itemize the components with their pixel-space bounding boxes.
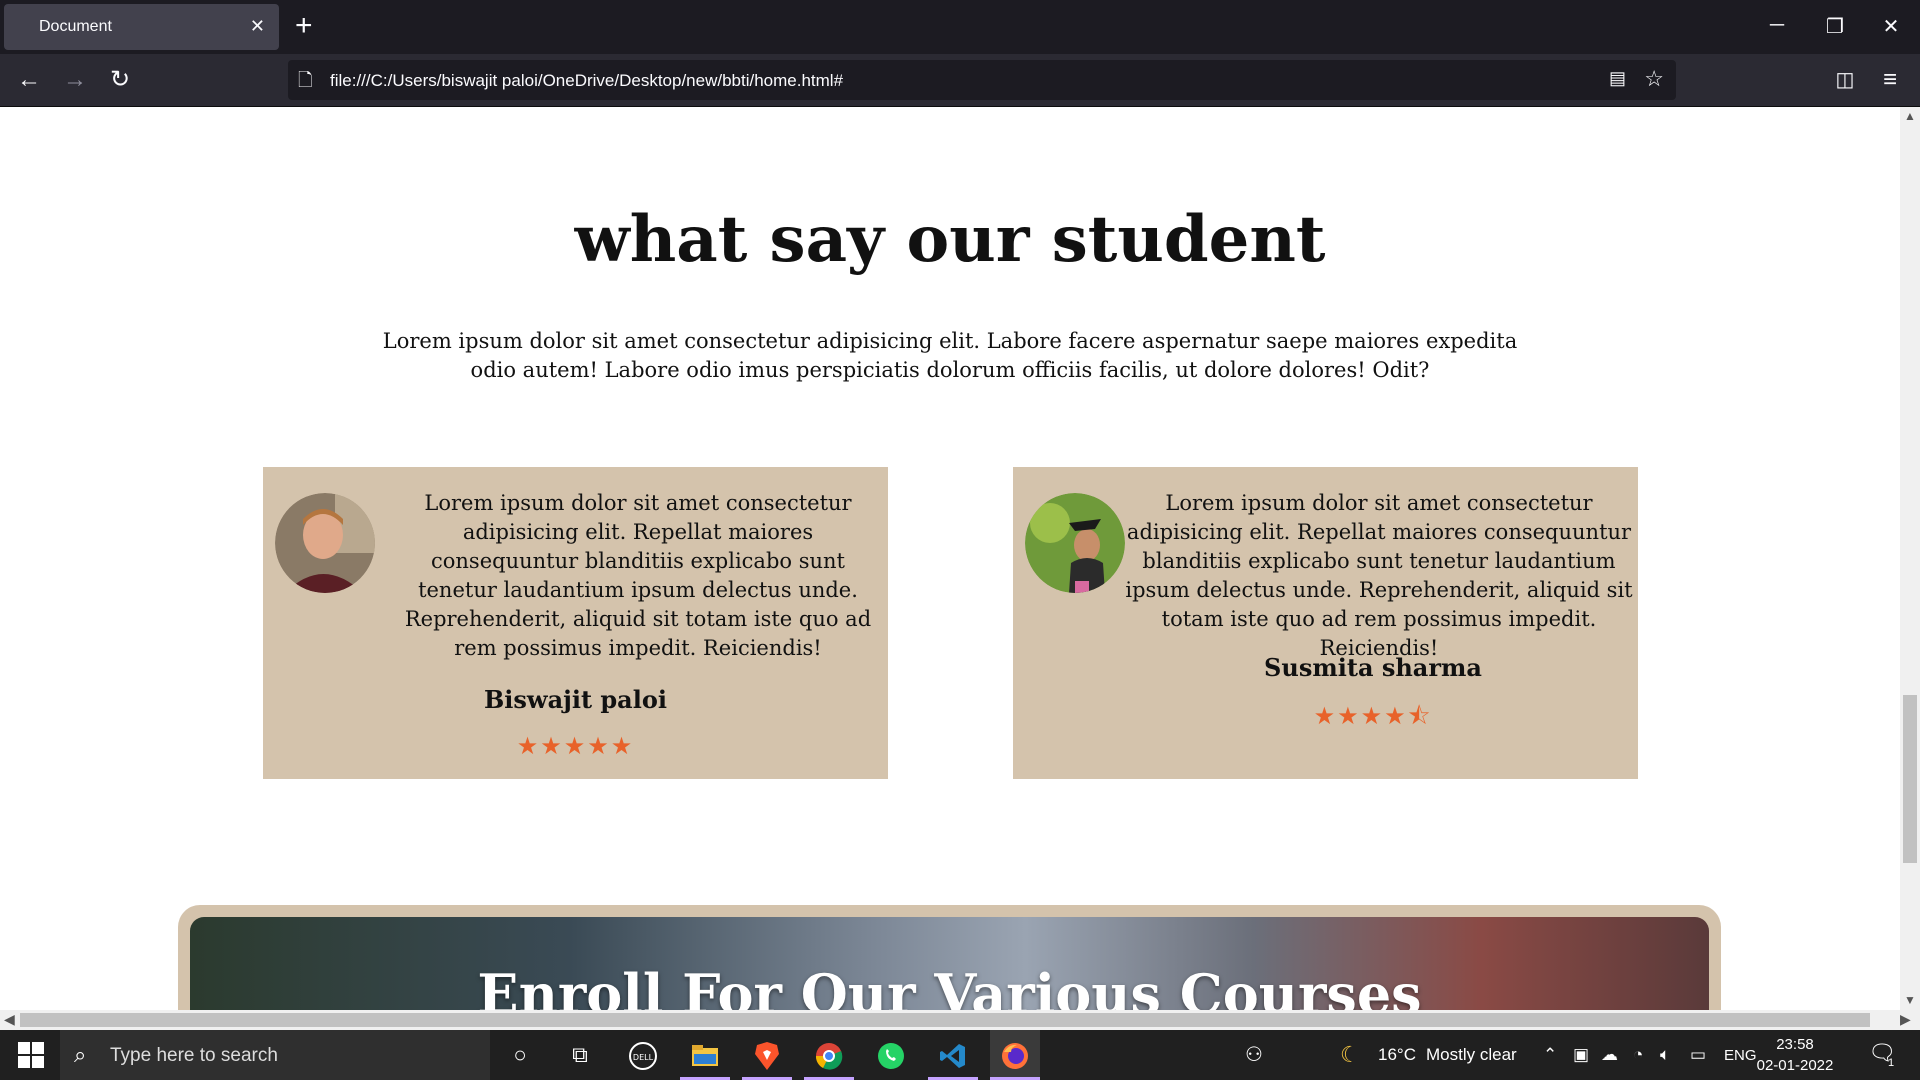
browser-tab[interactable]: Document ✕ (4, 4, 279, 50)
notification-count: 1 (1888, 1057, 1895, 1069)
clock-time: 23:58 (1776, 1036, 1814, 1053)
enroll-title: Enroll For Our Various Courses (477, 962, 1422, 1010)
horizontal-scroll-thumb[interactable] (20, 1013, 1870, 1027)
meet-now-icon[interactable]: ▣ (1573, 1045, 1589, 1065)
language-indicator[interactable]: ENG (1724, 1047, 1757, 1064)
scroll-up-icon[interactable]: ▲ (1900, 109, 1920, 123)
rating-stars: ★★★★⯪ (1313, 702, 1433, 730)
show-hidden-icons-icon[interactable]: ⌃ (1543, 1045, 1557, 1065)
enroll-banner: Enroll For Our Various Courses (190, 917, 1709, 1010)
windows-taskbar: ⌕ Type here to search ○ ⧉ DELL ⚇ ☾ 16°C … (0, 1030, 1920, 1080)
vscode-icon[interactable] (928, 1030, 978, 1080)
forward-button[interactable]: → (60, 66, 90, 94)
testimonial-quote: Lorem ipsum dolor sit amet consectetur a… (1125, 491, 1633, 660)
minimize-window-button[interactable]: ─ (1762, 14, 1792, 37)
volume-icon[interactable]: 🔈︎ (1660, 1045, 1670, 1065)
testimonial-card: Lorem ipsum dolor sit amet consectetur a… (263, 467, 888, 779)
search-icon: ⌕ (74, 1042, 87, 1067)
url-bar[interactable]: 🗋 file:///C:/Users/biswajit paloi/OneDri… (288, 60, 1676, 100)
bookmark-star-icon[interactable]: ☆ (1644, 66, 1664, 92)
section-title: what say our student (574, 202, 1326, 277)
student-name: Susmita sharma (1264, 653, 1482, 682)
scroll-left-icon[interactable]: ◀ (4, 1011, 15, 1028)
url-text[interactable]: file:///C:/Users/biswajit paloi/OneDrive… (330, 71, 843, 91)
back-button[interactable]: ← (14, 66, 44, 94)
scroll-right-icon[interactable]: ▶ (1900, 1011, 1911, 1028)
weather-moon-icon[interactable]: ☾ (1340, 1042, 1360, 1068)
dell-icon[interactable]: DELL (618, 1030, 668, 1080)
browser-tab-bar: Document ✕ + ─ ❐ ✕ (0, 0, 1920, 54)
scroll-down-icon[interactable]: ▼ (1900, 993, 1920, 1007)
whatsapp-icon[interactable] (866, 1030, 916, 1080)
temperature-text[interactable]: 16°C (1378, 1045, 1416, 1065)
vertical-scrollbar[interactable]: ▲ ▼ (1900, 107, 1920, 1010)
page-content: what say our student Lorem ipsum dolor s… (0, 107, 1900, 1010)
restore-window-button[interactable]: ❐ (1820, 14, 1850, 39)
rating-stars: ★★★★★ (516, 732, 635, 760)
student-avatar (1025, 493, 1125, 593)
testimonial-quote: Lorem ipsum dolor sit amet consectetur a… (404, 491, 872, 660)
tab-close-icon[interactable]: ✕ (250, 16, 265, 37)
battery-icon[interactable]: ▭ (1690, 1045, 1706, 1065)
page-icon: 🗋 (298, 70, 313, 90)
vertical-scroll-thumb[interactable] (1903, 695, 1917, 863)
section-description: Lorem ipsum dolor sit amet consectetur a… (382, 329, 1518, 382)
people-icon[interactable]: ⚇ (1245, 1042, 1263, 1067)
cortana-icon[interactable]: ○ (495, 1030, 545, 1080)
menu-icon[interactable]: ≡ (1875, 66, 1905, 94)
student-name: Biswajit paloi (484, 685, 667, 714)
brave-icon[interactable] (742, 1030, 792, 1080)
pocket-icon[interactable]: ◫ (1830, 66, 1860, 94)
weather-text[interactable]: Mostly clear (1426, 1045, 1517, 1065)
close-window-button[interactable]: ✕ (1876, 14, 1906, 39)
clock[interactable]: 23:58 02-01-2022 (1755, 1034, 1835, 1076)
taskbar-search[interactable]: ⌕ Type here to search (60, 1030, 490, 1080)
tab-title: Document (39, 18, 112, 35)
clock-date: 02-01-2022 (1756, 1057, 1834, 1074)
new-tab-button[interactable]: + (295, 8, 313, 44)
onedrive-icon[interactable]: ☁ (1601, 1045, 1618, 1065)
task-view-icon[interactable]: ⧉ (555, 1030, 605, 1080)
wifi-icon[interactable]: ◔ (1633, 1045, 1643, 1065)
testimonial-card: Lorem ipsum dolor sit amet consectetur a… (1013, 467, 1638, 779)
file-explorer-icon[interactable] (680, 1030, 730, 1080)
student-avatar (275, 493, 375, 593)
browser-nav-bar: ← → ↻ 🗋 file:///C:/Users/biswajit paloi/… (0, 54, 1920, 107)
search-input[interactable]: Type here to search (110, 1045, 278, 1067)
chrome-icon[interactable] (804, 1030, 854, 1080)
reader-view-icon[interactable]: ▤ (1609, 68, 1626, 89)
horizontal-scrollbar[interactable]: ◀ ▶ (0, 1010, 1920, 1030)
windows-start-icon[interactable] (18, 1042, 44, 1068)
reload-button[interactable]: ↻ (105, 66, 135, 94)
firefox-icon[interactable] (990, 1030, 1040, 1080)
svg-text:DELL: DELL (633, 1053, 654, 1062)
